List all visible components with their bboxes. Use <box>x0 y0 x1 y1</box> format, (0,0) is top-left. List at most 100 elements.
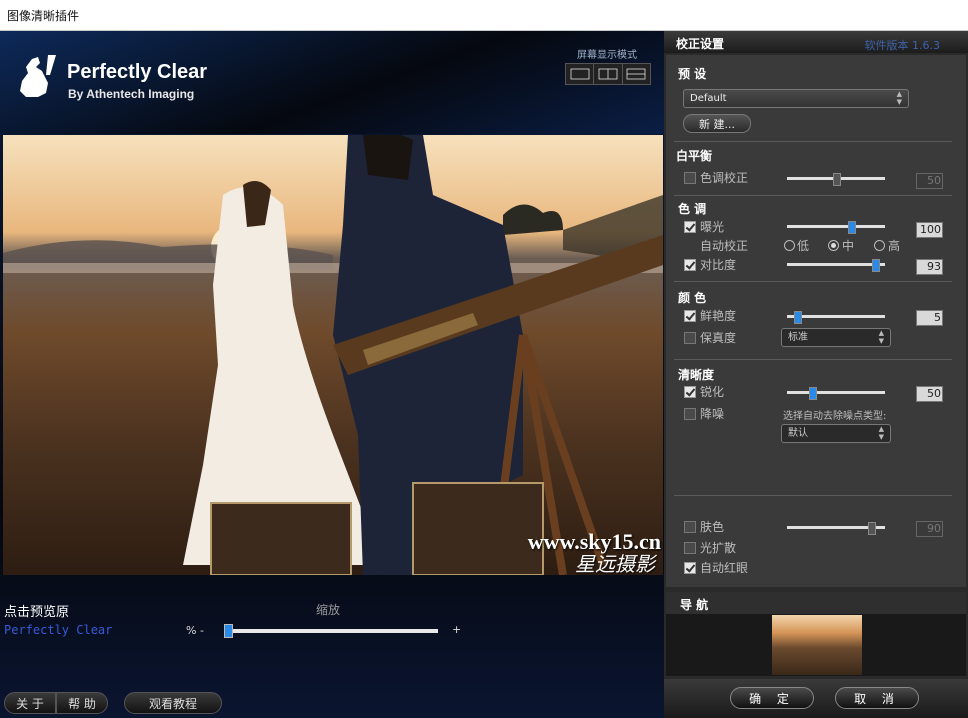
preset-section-title: 预 设 <box>678 67 707 81</box>
skin-tone-checkbox[interactable] <box>684 521 696 533</box>
sharpen-checkbox[interactable] <box>684 386 696 398</box>
denoise-label: 降噪 <box>700 407 725 421</box>
divider <box>674 495 952 496</box>
tint-label: 色调校正 <box>700 171 749 185</box>
sharpen-slider-thumb[interactable] <box>808 387 817 400</box>
contrast-slider-track[interactable] <box>787 263 885 266</box>
auto-correct-low-label: 低 <box>797 239 810 253</box>
fidelity-select[interactable]: 标准 ▲ ▼ <box>781 328 891 347</box>
light-diffusion-checkbox[interactable] <box>684 542 696 554</box>
single-view-icon <box>570 68 590 80</box>
fidelity-checkbox[interactable] <box>684 332 696 344</box>
exposure-slider-track[interactable] <box>787 225 885 228</box>
sidebar-title: 校正设置 <box>676 37 725 51</box>
denoise-type-select[interactable]: 默认 ▲ ▼ <box>781 424 891 443</box>
vibrance-slider-thumb[interactable] <box>793 311 802 324</box>
auto-redeye-checkbox[interactable] <box>684 562 696 574</box>
navigation-header: 导 航 <box>666 592 966 614</box>
fidelity-select-value: 标准 <box>788 332 808 343</box>
divider <box>674 281 952 282</box>
denoise-type-label: 选择自动去除噪点类型: <box>783 411 887 422</box>
select-arrows-icon: ▲ ▼ <box>896 90 902 106</box>
split-view-icon <box>598 68 618 80</box>
select-arrows-icon: ▲ ▼ <box>878 425 884 441</box>
sidebar-header: 校正设置 软件版本 1.6.3 <box>664 31 968 53</box>
divider <box>674 359 952 360</box>
exposure-slider-thumb[interactable] <box>847 221 856 234</box>
auto-redeye-label: 自动红眼 <box>700 561 749 575</box>
brand-name: Perfectly Clear <box>67 61 208 83</box>
sharpen-value[interactable]: 50 <box>916 386 943 402</box>
skin-tone-value[interactable]: 90 <box>916 521 943 537</box>
header-banner: Perfectly Clear By Athentech Imaging 屏幕显… <box>0 31 664 134</box>
brand-subtitle: By Athentech Imaging <box>68 87 195 101</box>
contrast-value[interactable]: 93 <box>916 259 943 275</box>
vibrance-value[interactable]: 5 <box>916 310 943 326</box>
white-balance-section-title: 白平衡 <box>676 149 713 163</box>
sharpness-section-title: 清晰度 <box>678 368 715 382</box>
zoom-minus-button[interactable]: % - <box>186 624 204 637</box>
fidelity-label: 保真度 <box>700 331 737 345</box>
auto-correct-medium-radio[interactable] <box>828 240 839 251</box>
navigation-panel <box>666 614 966 676</box>
photo-scene <box>3 135 663 575</box>
tone-section-title: 色 调 <box>678 202 707 216</box>
color-section-title: 颜 色 <box>678 291 707 305</box>
divider <box>674 141 952 142</box>
main-area: Perfectly Clear By Athentech Imaging 屏幕显… <box>0 31 664 718</box>
display-mode-single-button[interactable] <box>566 64 595 84</box>
display-mode-split-button[interactable] <box>594 64 623 84</box>
bottom-button-bar: 关 于 帮 助 观看教程 <box>4 692 222 714</box>
exposure-label: 曝光 <box>700 220 725 234</box>
auto-correct-label: 自动校正 <box>700 239 749 253</box>
watermark-studio: 星远摄影 <box>575 554 655 575</box>
skin-tone-slider-thumb[interactable] <box>868 522 877 535</box>
ok-button[interactable]: 确 定 <box>730 687 814 709</box>
display-mode-switcher <box>565 63 651 85</box>
knight-logo-icon <box>20 55 56 97</box>
display-mode-label: 屏幕显示模式 <box>577 50 637 61</box>
auto-correct-low-radio[interactable] <box>784 240 795 251</box>
auto-correct-medium-label: 中 <box>842 239 855 253</box>
zoom-slider-track[interactable] <box>226 629 438 633</box>
preview-image[interactable]: www.sky15.cn 星远摄影 <box>3 135 663 575</box>
tint-value[interactable]: 50 <box>916 173 943 189</box>
vibrance-checkbox[interactable] <box>684 310 696 322</box>
sharpen-slider-track[interactable] <box>787 391 885 394</box>
divider <box>674 195 952 196</box>
about-button[interactable]: 关 于 <box>4 692 56 714</box>
display-mode-stack-button[interactable] <box>623 64 650 84</box>
denoise-checkbox[interactable] <box>684 408 696 420</box>
navigation-title: 导 航 <box>680 598 709 612</box>
contrast-checkbox[interactable] <box>684 259 696 271</box>
denoise-type-select-value: 默认 <box>788 428 808 439</box>
window-titlebar: 图像清晰插件 <box>0 0 968 31</box>
tint-checkbox[interactable] <box>684 172 696 184</box>
preset-select-value: Default <box>690 93 727 104</box>
dialog-footer: 确 定 取 消 <box>664 679 968 718</box>
zoom-slider-thumb[interactable] <box>224 624 233 638</box>
exposure-value[interactable]: 100 <box>916 222 943 238</box>
preset-select[interactable]: Default ▲ ▼ <box>683 89 909 108</box>
navigation-thumbnail[interactable] <box>772 615 862 675</box>
vibrance-label: 鲜艳度 <box>700 309 737 323</box>
zoom-plus-button[interactable]: + <box>452 623 461 636</box>
product-name-text: Perfectly Clear <box>4 623 113 637</box>
preview-original-label[interactable]: 点击预览原 <box>4 601 69 620</box>
exposure-checkbox[interactable] <box>684 221 696 233</box>
settings-sidebar: 校正设置 软件版本 1.6.3 预 设 Default ▲ ▼ 新 建... 白平… <box>664 31 968 718</box>
light-diffusion-label: 光扩散 <box>700 541 737 555</box>
tint-slider-thumb[interactable] <box>833 173 841 186</box>
auto-correct-high-radio[interactable] <box>874 240 885 251</box>
contrast-label: 对比度 <box>700 258 737 272</box>
contrast-slider-thumb[interactable] <box>872 259 881 272</box>
zoom-label: 缩放 <box>316 603 341 617</box>
window-title: 图像清晰插件 <box>7 9 80 23</box>
version-label: 软件版本 1.6.3 <box>864 39 941 52</box>
cancel-button[interactable]: 取 消 <box>835 687 919 709</box>
help-button[interactable]: 帮 助 <box>56 692 108 714</box>
new-preset-button[interactable]: 新 建... <box>683 114 751 133</box>
stacked-view-icon <box>626 68 646 80</box>
sharpen-label: 锐化 <box>700 385 725 399</box>
tutorial-button[interactable]: 观看教程 <box>124 692 222 714</box>
